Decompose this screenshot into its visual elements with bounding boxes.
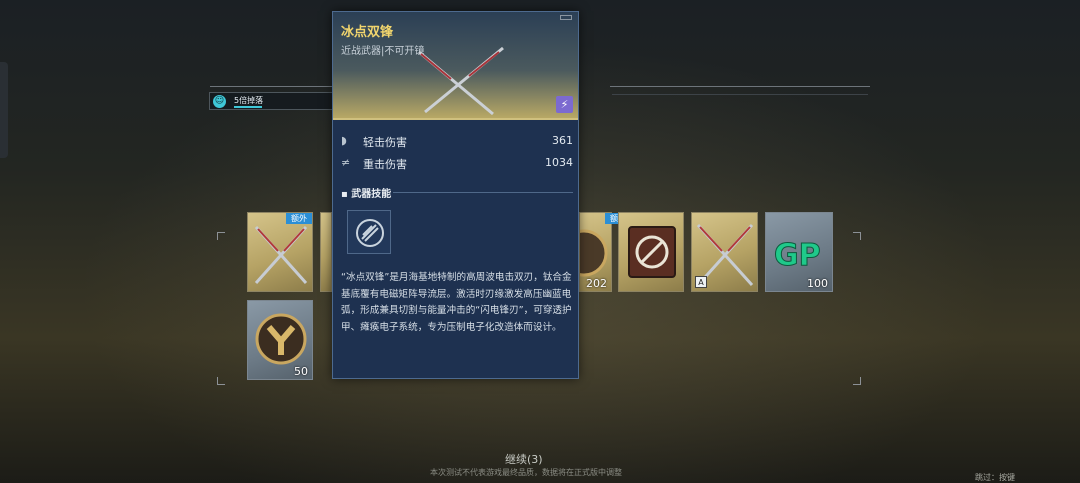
item-quantity: 100: [807, 277, 828, 290]
item-description: “冰点双锋”是月海基地特制的高周波电击双刃，钛合金基底覆有电磁矩阵导流层。激活时…: [341, 272, 572, 333]
stat-value: 361: [552, 134, 573, 147]
smile-face-icon: ☺: [213, 95, 226, 108]
item-card-blades[interactable]: 额外: [247, 212, 313, 292]
skill-section-title: ▪ 武器技能: [341, 189, 392, 200]
item-card-chip[interactable]: [618, 212, 684, 292]
header-divider-left: [210, 86, 332, 87]
stat-row-light: ◗ 轻击伤害 361: [341, 133, 573, 151]
lightning-icon: ⚡: [556, 96, 573, 113]
drop-rate-banner: ☺ 5倍掉落: [209, 92, 333, 110]
item-quantity: 50: [294, 365, 308, 378]
frame-corner-bottom-right: [853, 377, 861, 385]
item-card-y-coin[interactable]: 50: [247, 300, 313, 380]
crossed-blades-icon: [418, 46, 504, 116]
item-quantity: 202: [586, 277, 607, 290]
weapon-skill-slot[interactable]: [347, 210, 391, 254]
stat-row-heavy: ≠ 重击伤害 1034: [341, 155, 573, 173]
continue-button[interactable]: 继续(3): [505, 451, 543, 467]
light-attack-icon: ◗: [341, 134, 347, 147]
item-detail-popup: 冰点双锋 近战武器|不可开镜 ⚡ ◗ 轻击伤害 361 ≠ 重击伤害 1034 …: [332, 11, 579, 379]
crossed-blades-icon: [254, 226, 308, 284]
footer-note: 本次测试不代表游戏最终品质，数据将在正式版中调整: [430, 468, 622, 477]
header-divider-right: [610, 86, 870, 87]
heavy-attack-icon: ≠: [341, 156, 351, 169]
blade-skill-icon: [356, 219, 384, 247]
item-card-partial[interactable]: [320, 212, 332, 292]
left-edge-handle[interactable]: [0, 62, 8, 158]
stat-value: 1034: [545, 156, 573, 169]
rarity-corner-mark: A: [695, 276, 707, 288]
skip-hint[interactable]: 跳过：按键: [975, 472, 1015, 483]
item-card-blades-2[interactable]: A: [691, 212, 758, 292]
stat-label: 轻击伤害: [363, 136, 407, 149]
popup-header: 冰点双锋 近战武器|不可开镜 ⚡: [333, 12, 578, 120]
svg-text:GP: GP: [774, 238, 821, 273]
header-divider-right-thin: [612, 94, 868, 95]
stat-label: 重击伤害: [363, 158, 407, 171]
extra-badge: 额外: [286, 213, 312, 224]
skill-section-divider: [393, 192, 573, 193]
item-card-gp[interactable]: GP 100: [765, 212, 833, 292]
circuit-chip-icon: [628, 226, 676, 278]
frame-corner-bottom-left: [217, 377, 225, 385]
skill-section-label: 武器技能: [351, 189, 392, 200]
frame-corner-top-right: [853, 232, 861, 240]
frame-corner-top-left: [217, 232, 225, 240]
drop-rate-progress: [234, 106, 262, 108]
drop-rate-label: 5倍掉落: [234, 96, 264, 105]
item-card-partial-2[interactable]: 额外 202: [579, 212, 631, 292]
